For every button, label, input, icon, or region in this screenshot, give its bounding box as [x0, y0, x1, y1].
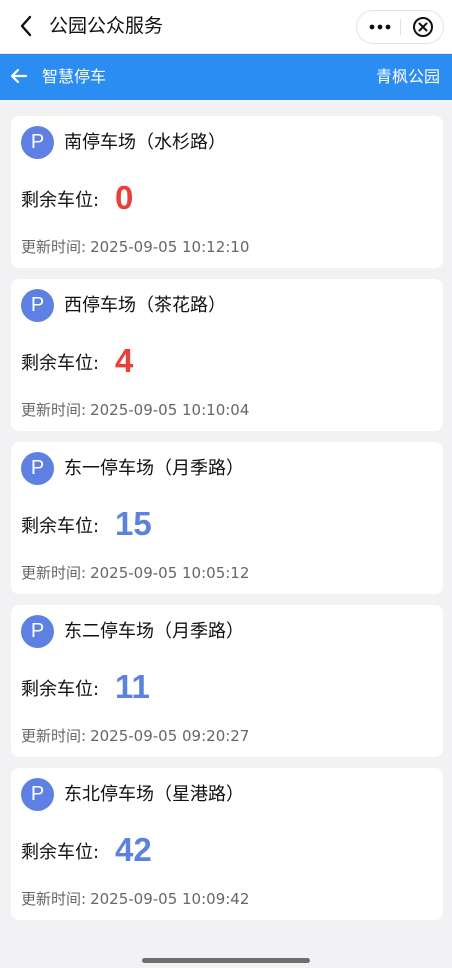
update-timestamp: 2025-09-05 10:05:12: [90, 564, 250, 582]
parking-icon: P: [21, 615, 54, 648]
update-label: 更新时间:: [21, 564, 87, 582]
lot-name: 东二停车场（月季路）: [64, 621, 244, 642]
back-arrow-icon[interactable]: [8, 65, 30, 87]
remaining-label: 剩余车位:: [21, 190, 100, 211]
parking-icon: P: [21, 126, 54, 159]
parking-lot-card[interactable]: P 南停车场（水杉路） 剩余车位: 0 更新时间: 2025-09-05 10:1…: [11, 116, 443, 268]
lot-name: 西停车场（茶花路）: [64, 295, 226, 316]
close-icon[interactable]: [407, 11, 439, 43]
remaining-count: 11: [115, 668, 150, 705]
remaining-label: 剩余车位:: [21, 842, 100, 863]
parking-lot-list: P 南停车场（水杉路） 剩余车位: 0 更新时间: 2025-09-05 10:1…: [11, 116, 443, 931]
parking-lot-card[interactable]: P 东二停车场（月季路） 剩余车位: 11 更新时间: 2025-09-05 09…: [11, 605, 443, 757]
page-title: 公园公众服务: [49, 15, 164, 37]
remaining-count: 4: [115, 342, 134, 379]
capsule-menu: [356, 10, 444, 44]
parking-icon: P: [21, 778, 54, 811]
update-timestamp: 2025-09-05 10:10:04: [90, 401, 250, 419]
update-label: 更新时间:: [21, 727, 87, 745]
lot-name: 东北停车场（星港路）: [64, 784, 244, 805]
update-time: 更新时间: 2025-09-05 10:12:10: [21, 236, 249, 258]
remaining-label: 剩余车位:: [21, 353, 100, 374]
update-time: 更新时间: 2025-09-05 09:20:27: [21, 725, 249, 747]
parking-icon: P: [21, 452, 54, 485]
remaining-count: 42: [115, 831, 152, 868]
capsule-divider: [400, 19, 401, 35]
parking-lot-card[interactable]: P 西停车场（茶花路） 剩余车位: 4 更新时间: 2025-09-05 10:1…: [11, 279, 443, 431]
mini-program-header: 公园公众服务: [0, 0, 452, 54]
parking-icon: P: [21, 289, 54, 322]
update-timestamp: 2025-09-05 10:12:10: [90, 238, 250, 256]
update-time: 更新时间: 2025-09-05 10:09:42: [21, 888, 249, 910]
remaining-label: 剩余车位:: [21, 516, 100, 537]
update-label: 更新时间:: [21, 890, 87, 908]
lot-name: 南停车场（水杉路）: [64, 132, 226, 153]
update-timestamp: 2025-09-05 10:09:42: [90, 890, 250, 908]
lot-name: 东一停车场（月季路）: [64, 458, 244, 479]
parking-lot-card[interactable]: P 东北停车场（星港路） 剩余车位: 42 更新时间: 2025-09-05 10…: [11, 768, 443, 920]
remaining-count: 0: [115, 179, 134, 216]
update-label: 更新时间:: [21, 238, 87, 256]
update-time: 更新时间: 2025-09-05 10:10:04: [21, 399, 249, 421]
back-chevron-icon[interactable]: [12, 12, 40, 40]
update-time: 更新时间: 2025-09-05 10:05:12: [21, 562, 249, 584]
nav-bar: 智慧停车 青枫公园: [0, 54, 452, 100]
update-label: 更新时间:: [21, 401, 87, 419]
update-timestamp: 2025-09-05 09:20:27: [90, 727, 250, 745]
park-name[interactable]: 青枫公园: [376, 65, 440, 89]
parking-lot-card[interactable]: P 东一停车场（月季路） 剩余车位: 15 更新时间: 2025-09-05 10…: [11, 442, 443, 594]
nav-title: 智慧停车: [42, 67, 107, 86]
more-icon[interactable]: [365, 11, 395, 43]
home-indicator: [142, 958, 310, 963]
remaining-count: 15: [115, 505, 152, 542]
remaining-label: 剩余车位:: [21, 679, 100, 700]
